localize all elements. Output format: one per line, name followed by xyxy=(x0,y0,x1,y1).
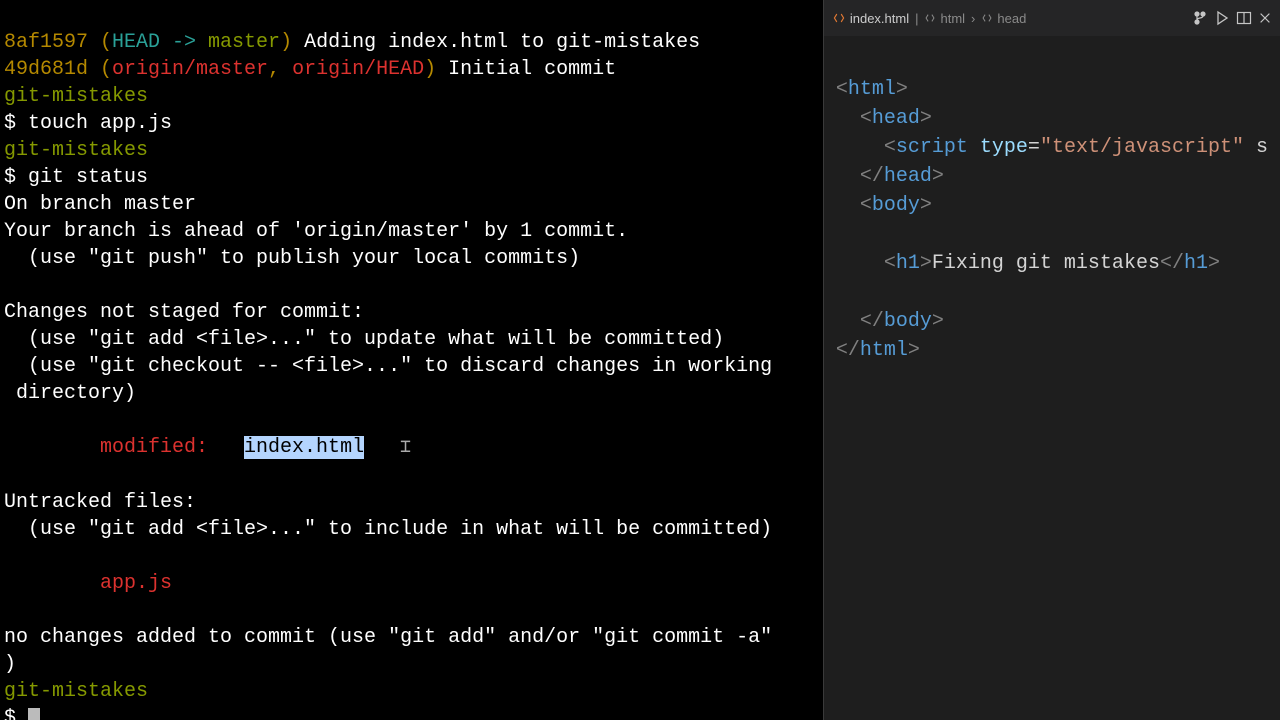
prompt-symbol: $ xyxy=(4,112,28,135)
angle: </ xyxy=(836,339,860,362)
angle: </ xyxy=(1160,252,1184,275)
untracked-file: app.js xyxy=(4,572,172,595)
modified-label: modified: xyxy=(4,436,244,459)
tag: h1 xyxy=(896,252,920,275)
split-editor-icon[interactable] xyxy=(1236,10,1252,26)
indent xyxy=(836,136,884,159)
ref-open: ( xyxy=(88,31,112,54)
selected-filename[interactable]: index.html xyxy=(244,436,364,459)
commit-hash: 8af1597 xyxy=(4,31,88,54)
tab-file[interactable]: index.html xyxy=(832,5,909,32)
angle: > xyxy=(896,78,908,101)
status-footer: no changes added to commit (use "git add… xyxy=(4,626,772,649)
eq: = xyxy=(1028,136,1040,159)
status-line: On branch master xyxy=(4,193,196,216)
tag: script xyxy=(896,136,968,159)
prompt-symbol: $ xyxy=(4,166,28,189)
status-hint: (use "git add <file>..." to update what … xyxy=(4,328,724,351)
angle: > xyxy=(932,310,944,333)
tag: head xyxy=(884,165,932,188)
code-file-icon xyxy=(981,12,993,24)
indent xyxy=(836,194,860,217)
terminal-pane[interactable]: 8af1597 (HEAD -> master) Adding index.ht… xyxy=(0,0,823,720)
branch-ref: master xyxy=(208,31,280,54)
cwd: git-mistakes xyxy=(4,139,148,162)
tag: body xyxy=(884,310,932,333)
command: git status xyxy=(28,166,148,189)
status-line: Your branch is ahead of 'origin/master' … xyxy=(4,220,628,243)
tag: head xyxy=(872,107,920,130)
compare-changes-icon[interactable] xyxy=(1192,10,1208,26)
commit-hash: 49d681d xyxy=(4,58,88,81)
close-icon[interactable] xyxy=(1258,11,1272,25)
overflow-text: s xyxy=(1244,136,1268,159)
indent xyxy=(836,165,860,188)
prompt-symbol: $ xyxy=(4,707,28,720)
angle: > xyxy=(1208,252,1220,275)
ref-sep: , xyxy=(268,58,292,81)
breadcrumb-chevron-icon: › xyxy=(971,5,975,32)
status-footer: ) xyxy=(4,653,16,676)
breadcrumb-sep: | xyxy=(915,5,918,32)
command: touch app.js xyxy=(28,112,172,135)
indent xyxy=(836,107,860,130)
status-header: Untracked files: xyxy=(4,491,196,514)
angle: > xyxy=(920,252,932,275)
cwd: git-mistakes xyxy=(4,85,148,108)
status-hint: (use "git add <file>..." to include in w… xyxy=(4,518,772,541)
angle: < xyxy=(836,78,848,101)
angle: > xyxy=(920,194,932,217)
status-hint: (use "git push" to publish your local co… xyxy=(4,247,580,270)
status-hint: directory) xyxy=(4,382,136,405)
breadcrumb-item[interactable]: html xyxy=(924,5,965,32)
status-header: Changes not staged for commit: xyxy=(4,301,364,324)
commit-msg: Adding index.html to git-mistakes xyxy=(292,31,700,54)
origin-ref: origin/HEAD xyxy=(292,58,424,81)
tab-file-label: index.html xyxy=(850,5,909,32)
cwd: git-mistakes xyxy=(4,680,148,703)
ref-close: ) xyxy=(424,58,436,81)
code-editor[interactable]: <html> <head> <script type="text/javascr… xyxy=(824,36,1280,720)
origin-ref: origin/master xyxy=(112,58,268,81)
attr-val: "text/javascript" xyxy=(1040,136,1244,159)
attr: type xyxy=(980,136,1028,159)
space xyxy=(968,136,980,159)
breadcrumb-label: head xyxy=(997,5,1026,32)
angle: > xyxy=(932,165,944,188)
editor-tab-bar: index.html | html › head xyxy=(824,0,1280,36)
terminal-cursor xyxy=(28,708,40,720)
angle: > xyxy=(920,107,932,130)
tag: body xyxy=(872,194,920,217)
text-cursor-icon: ⌶ xyxy=(400,435,412,462)
angle: </ xyxy=(860,165,884,188)
code-file-icon xyxy=(832,11,846,25)
ref-open: ( xyxy=(88,58,112,81)
angle: </ xyxy=(860,310,884,333)
tag: html xyxy=(848,78,896,101)
breadcrumb-label: html xyxy=(940,5,965,32)
code-file-icon xyxy=(924,12,936,24)
angle: < xyxy=(860,107,872,130)
head-ref: HEAD -> xyxy=(112,31,208,54)
ref-close: ) xyxy=(280,31,292,54)
tag: h1 xyxy=(1184,252,1208,275)
text: Fixing git mistakes xyxy=(932,252,1160,275)
angle: > xyxy=(908,339,920,362)
angle: < xyxy=(884,252,896,275)
angle: < xyxy=(860,194,872,217)
breadcrumb-item[interactable]: head xyxy=(981,5,1026,32)
commit-msg: Initial commit xyxy=(436,58,616,81)
status-hint: (use "git checkout -- <file>..." to disc… xyxy=(4,355,772,378)
run-icon[interactable] xyxy=(1214,10,1230,26)
indent xyxy=(836,310,860,333)
indent xyxy=(836,252,884,275)
tag: html xyxy=(860,339,908,362)
angle: < xyxy=(884,136,896,159)
editor-pane: index.html | html › head <html> <head> <… xyxy=(823,0,1280,720)
